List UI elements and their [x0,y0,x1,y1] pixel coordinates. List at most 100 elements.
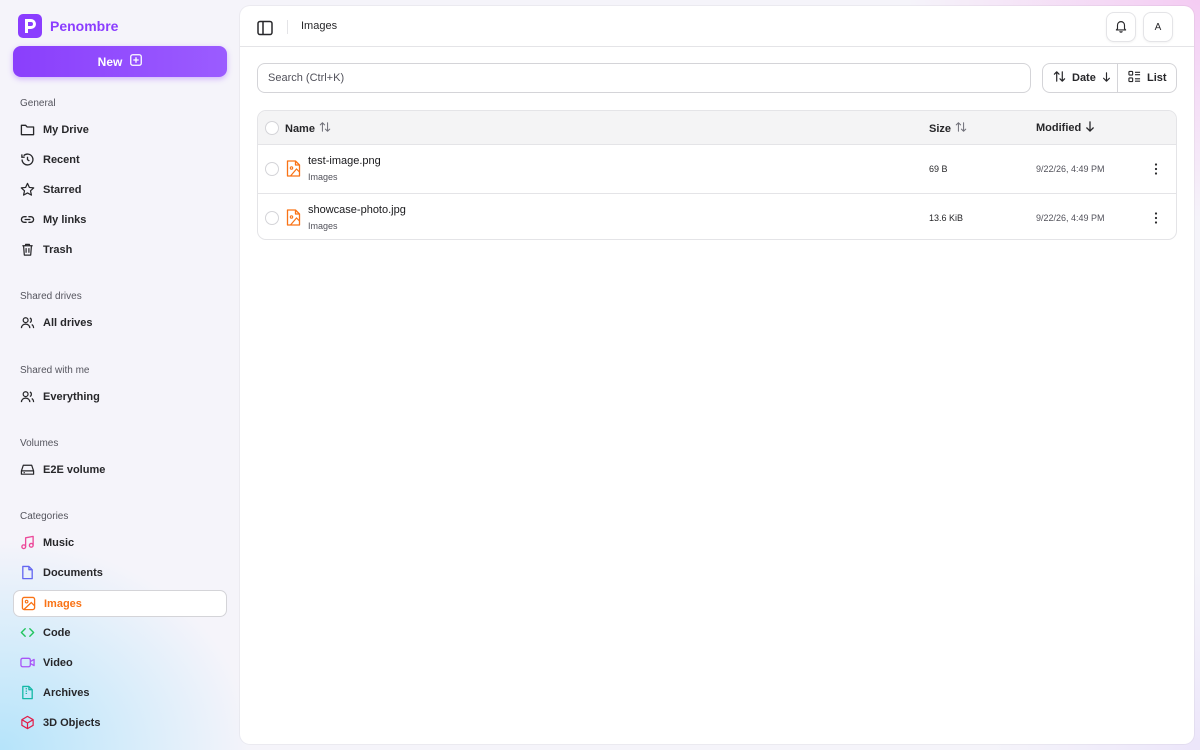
users-icon [20,315,35,330]
sidebar-item-images[interactable]: Images [13,590,227,617]
notifications-button[interactable] [1106,12,1136,42]
brand[interactable]: Penombre [18,14,118,38]
sidebar-item-code[interactable]: Code [13,619,227,646]
video-icon [20,655,35,670]
sidebar-item-my-drive[interactable]: My Drive [13,116,227,143]
file-table: Name Size Modified test-image.png Images… [257,110,1177,240]
section-label-volumes: Volumes [20,438,59,449]
divider [287,20,288,34]
users-icon [20,389,35,404]
sidebar-item-label: My links [43,213,87,226]
archive-icon [20,685,35,700]
music-icon [20,535,35,550]
sidebar-item-music[interactable]: Music [13,529,227,556]
section-label-general: General [20,98,56,109]
sidebar-item-e2e-volume[interactable]: E2E volume [13,456,227,483]
app-name: Penombre [50,18,119,34]
sidebar-item-everything[interactable]: Everything [13,383,227,410]
folder-icon [20,122,35,137]
sidebar-item-label: Music [43,536,75,549]
image-icon [21,596,36,611]
row-checkbox[interactable] [265,211,279,225]
sort-label: Date [1072,72,1096,84]
sidebar-item-label: Trash [43,243,73,256]
history-icon [20,152,35,167]
file-name[interactable]: showcase-photo.jpg [308,204,406,216]
document-icon [20,565,35,580]
section-label-shared-drives: Shared drives [20,291,82,302]
sidebar-item-all-drives[interactable]: All drives [13,309,227,336]
new-button[interactable]: New [13,46,227,77]
file-category: Images [308,221,338,231]
more-vertical-icon[interactable] [1148,210,1164,226]
column-header-size[interactable]: Size [929,121,967,136]
cube-icon [20,715,35,730]
link-icon [20,212,35,227]
bell-icon [1114,19,1128,36]
sort-button[interactable]: Date [1042,63,1118,93]
sidebar: Penombre New General My Drive Recent Sta… [0,0,240,750]
star-icon [20,182,35,197]
sort-arrows-icon [319,121,331,136]
sidebar-item-label: E2E volume [43,463,106,476]
column-header-label: Size [929,122,952,135]
code-icon [20,625,35,640]
section-label-categories: Categories [20,511,69,522]
sidebar-item-my-links[interactable]: My links [13,206,227,233]
sidebar-item-archives[interactable]: Archives [13,679,227,706]
sidebar-item-documents[interactable]: Documents [13,559,227,586]
file-category: Images [308,172,338,182]
column-header-label: Name [285,122,315,135]
sidebar-item-label: 3D Objects [43,716,101,729]
column-header-modified[interactable]: Modified [1036,121,1095,135]
column-header-label: Modified [1036,122,1082,134]
view-mode-button[interactable]: List [1117,63,1177,93]
avatar-button[interactable]: A [1143,12,1173,42]
view-mode-label: List [1147,72,1167,84]
sidebar-item-video[interactable]: Video [13,649,227,676]
sidebar-item-label: Images [44,597,82,610]
sidebar-item-label: My Drive [43,123,89,136]
table-row[interactable]: showcase-photo.jpg Images 13.6 KiB 9/22/… [258,193,1176,239]
sort-arrows-icon [1053,70,1066,86]
new-button-label: New [97,54,123,69]
image-file-icon [286,209,301,226]
arrow-down-icon [1102,71,1111,85]
table-row[interactable]: test-image.png Images 69 B 9/22/26, 4:49… [258,145,1176,193]
column-header-name[interactable]: Name [285,121,331,136]
breadcrumb: Images [301,20,338,32]
sidebar-item-label: Recent [43,153,80,166]
section-label-shared-with-me: Shared with me [20,365,90,376]
sidebar-item-label: Starred [43,183,82,196]
main-panel: Images A Date List Name [240,6,1194,744]
plus-square-icon [130,54,143,69]
image-file-icon [286,160,301,177]
file-size: 13.6 KiB [929,213,964,223]
select-all-checkbox[interactable] [265,121,279,135]
sidebar-item-recent[interactable]: Recent [13,146,227,173]
sidebar-item-starred[interactable]: Starred [13,176,227,203]
top-bar: Images A [240,6,1194,47]
table-header: Name Size Modified [258,111,1176,145]
sidebar-item-3d-objects[interactable]: 3D Objects [13,709,227,736]
more-vertical-icon[interactable] [1148,161,1164,177]
row-checkbox[interactable] [265,162,279,176]
sidebar-item-label: All drives [43,316,93,329]
sidebar-toggle-icon[interactable] [256,19,274,37]
penombre-logo-icon [18,14,42,38]
file-modified: 9/22/26, 4:49 PM [1036,164,1105,174]
file-modified: 9/22/26, 4:49 PM [1036,213,1105,223]
trash-icon [20,242,35,257]
sidebar-item-label: Video [43,656,73,669]
sidebar-item-label: Documents [43,566,103,579]
avatar: A [1154,21,1162,33]
search-input[interactable] [257,63,1031,93]
sidebar-item-label: Everything [43,390,100,403]
sidebar-item-label: Archives [43,686,90,699]
sidebar-item-trash[interactable]: Trash [13,236,227,263]
arrow-down-icon [1085,121,1095,135]
file-name[interactable]: test-image.png [308,155,381,167]
list-view-icon [1128,70,1141,86]
hard-drive-icon [20,462,35,477]
sort-arrows-icon [955,121,967,136]
